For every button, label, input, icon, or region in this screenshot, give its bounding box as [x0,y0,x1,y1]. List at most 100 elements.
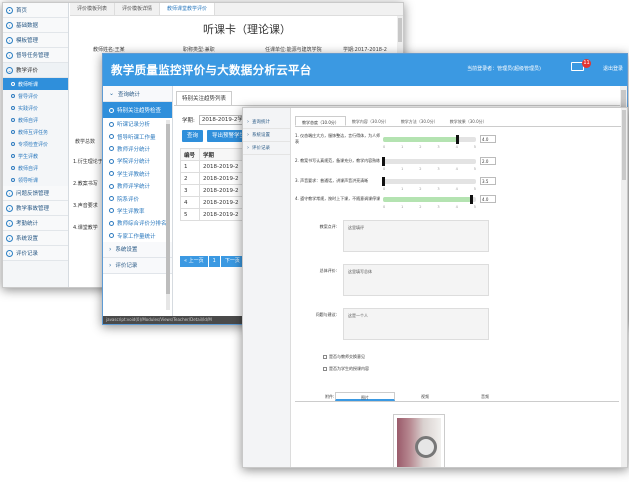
score-input[interactable]: 2.0 [480,157,496,165]
column-header-id[interactable]: 编号 [179,148,201,161]
sidebar-group-records[interactable]: › 评价记录 [103,257,172,274]
tick-labels: 0 1 2 3 4 5 [383,145,476,149]
sidebar-sub-item[interactable]: 领导听课 [3,174,68,186]
tab-template-list[interactable]: 评价模板列表 [70,3,116,15]
sidebar-sub-item[interactable]: 专家工作量统计 [103,230,172,242]
sidebar-sub-item[interactable]: 实践评价 [3,102,68,114]
tick-label: 4 [455,205,458,209]
sidebar-item-basic-data[interactable]: › 基础数据 [3,18,68,33]
attachment-photo[interactable] [393,414,445,467]
dot-icon [109,121,114,127]
sidebar-item-statistics[interactable]: › 查询统计 [243,116,290,129]
sidebar-sub-item[interactable]: 教师综合评价分排名 [103,217,172,229]
sidebar-group-statistics[interactable]: ⌄ 查询统计 [103,86,172,102]
tab-effect[interactable]: 教学效果（30.0分） [444,116,493,126]
sidebar-sub-item[interactable]: 特别关注趋势检查 [103,102,172,118]
score-slider[interactable] [383,134,476,144]
sidebar-sub-item[interactable]: 学生评教率 [103,205,172,217]
tab-audio[interactable]: 音频 [455,392,515,401]
sidebar-item-feedback[interactable]: › 问题反馈管理 [3,186,68,201]
tick-labels: 0 1 2 3 4 5 [383,167,476,171]
sidebar-sub-item[interactable]: 教师听课 [3,78,68,90]
table-row[interactable]: 2 2018-2019-2 [179,172,250,185]
tab-attention-list[interactable]: 特别关注趋势列表 [176,91,233,105]
sidebar-item-settings[interactable]: › 系统设置 [3,231,68,246]
score-slider[interactable] [381,176,476,186]
tab-video[interactable]: 视频 [395,392,455,401]
logout-link[interactable]: 退出登录 [603,65,623,72]
sidebar-scrollbar[interactable] [166,120,170,310]
sidebar-sub-item[interactable]: 专项检查评价 [3,138,68,150]
slider-handle[interactable] [381,156,385,166]
score-input[interactable]: 4.0 [480,135,496,143]
sidebar-item-attendance[interactable]: › 考勤统计 [3,216,68,231]
sidebar-sub-item[interactable]: 听课记录分析 [103,118,172,130]
prev-page-button[interactable]: « 上一页 [180,256,208,267]
checkbox-box[interactable] [323,367,327,371]
dot-icon [109,146,114,152]
sidebar-item-template[interactable]: › 模板管理 [3,33,68,48]
vertical-scrollbar[interactable] [621,108,627,467]
scrollbar-thumb[interactable] [166,124,170,294]
tab-images[interactable]: 图片 [335,392,395,401]
sidebar-sub-item[interactable]: 学院评分统计 [103,155,172,167]
table-row[interactable]: 3 2018-2019-2 [179,184,250,197]
sidebar-sub-item[interactable]: 教师自评 [3,162,68,174]
sidebar-item-settings[interactable]: › 系统设置 [243,129,290,142]
next-page-button[interactable]: 下一页 [220,256,244,267]
tick-label: 0 [383,145,386,149]
slider-handle[interactable] [455,134,459,144]
chevron-right-icon: › [247,145,249,151]
tab-method[interactable]: 教学方法（30.0分） [395,116,444,126]
score-slider[interactable] [383,194,476,204]
sidebar-item-supervision[interactable]: › 督导任务管理 [3,48,68,63]
chevron-right-icon: › [6,219,13,227]
tick-label: 4 [455,145,458,149]
scrollbar-thumb[interactable] [622,110,626,180]
tab-classroom-eval[interactable]: 教师课堂教学评价 [160,3,216,15]
exchange-opinion-checkbox[interactable]: 是否与教师交换意见 [323,354,365,360]
tab-attitude[interactable]: 教学态度（10.0分） [295,116,346,126]
table-row[interactable]: 1 2018-2019-2 [179,160,250,173]
sidebar-group-teaching-eval[interactable]: ⌄ 教学评价 [3,63,68,78]
score-input[interactable]: 3.5 [480,177,496,185]
sidebar-item-accident[interactable]: › 教学事故管理 [3,201,68,216]
score-row: 4. 遵守教学常规，按时上下课，不随意调课停课 4.0 [295,194,496,204]
sidebar-sub-item[interactable]: 督导评价 [3,90,68,102]
chevron-right-icon: › [6,234,13,242]
dot-icon [11,130,15,134]
page-1-button[interactable]: 1 [208,256,220,267]
sidebar-sub-item[interactable]: 教师评学统计 [103,180,172,192]
query-button[interactable]: 查询 [182,130,204,142]
table-row[interactable]: 5 2018-2019-2 [179,208,250,221]
score-slider[interactable] [381,156,476,166]
score-input[interactable]: 4.0 [480,195,496,203]
tab-template-detail[interactable]: 评价模板详情 [115,3,161,15]
sidebar-item-records[interactable]: › 评价记录 [243,142,290,155]
suggestion-textarea[interactable]: 这是一个人 [343,308,489,340]
lesson-comment-textarea[interactable]: 这里填评 [343,220,489,252]
checkbox-box[interactable] [323,355,327,359]
slider-handle[interactable] [469,194,473,204]
overall-eval-textarea[interactable]: 这里填写总体 [343,264,489,296]
sidebar-sub-item[interactable]: 教师评分统计 [103,143,172,155]
dot-icon [109,183,114,189]
scrollbar-thumb[interactable] [398,18,402,42]
chevron-right-icon: › [247,132,249,138]
student-content-checkbox[interactable]: 是否为学生的授课内容 [323,366,369,372]
table-row[interactable]: 4 2018-2019-2 [179,196,250,209]
sidebar-sub-item[interactable]: 教师自评 [3,114,68,126]
sidebar-item-records[interactable]: › 评价记录 [3,246,68,261]
tab-content[interactable]: 教学内容（30.0分） [346,116,395,126]
sidebar-sub-item[interactable]: 院系评价 [103,192,172,204]
sidebar-sub-item[interactable]: 学生评教统计 [103,168,172,180]
sidebar-sub-item[interactable]: 督导听课工作量 [103,130,172,142]
sidebar-group-settings[interactable]: › 系统设置 [103,241,172,258]
photo-image [397,418,441,467]
sidebar-sub-item[interactable]: 学生评教 [3,150,68,162]
sidebar-item-home[interactable]: • 首页 [3,3,68,18]
sidebar-sub-item[interactable]: 教师互评任务 [3,126,68,138]
tick-label: 3 [437,167,440,171]
slider-handle[interactable] [381,176,385,186]
